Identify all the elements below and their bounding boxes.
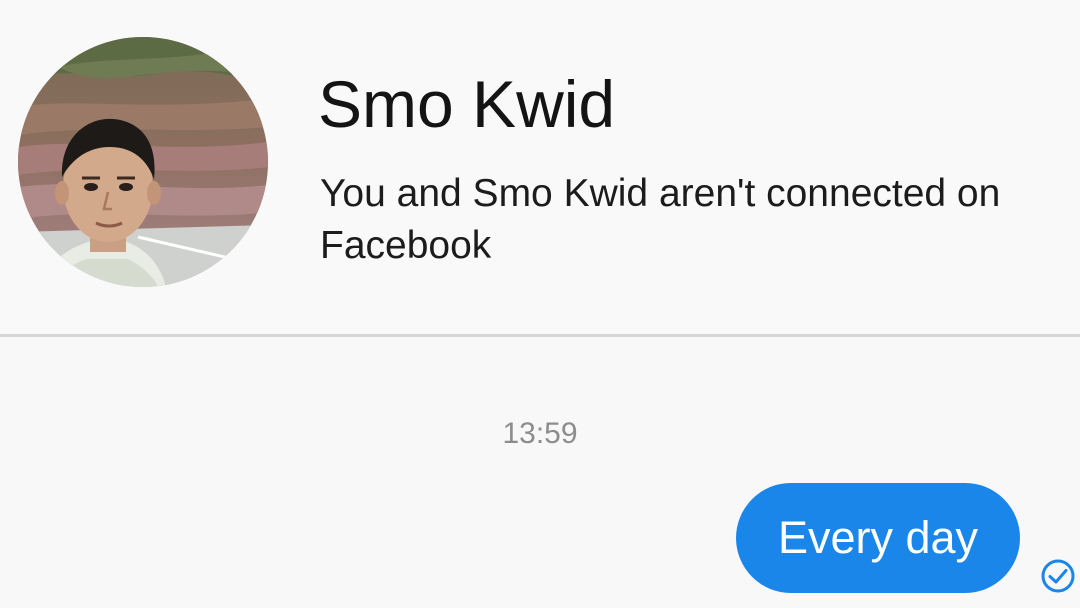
delivered-check-icon	[1041, 559, 1075, 593]
message-timestamp: 13:59	[502, 417, 578, 450]
contact-name[interactable]: Smo Kwid	[318, 66, 615, 142]
messenger-conversation: Smo Kwid You and Smo Kwid aren't connect…	[0, 0, 1080, 608]
conversation-header: Smo Kwid You and Smo Kwid aren't connect…	[0, 0, 1080, 334]
header-divider	[0, 334, 1080, 337]
contact-avatar[interactable]	[18, 37, 268, 287]
connection-status-text: You and Smo Kwid aren't connected on Fac…	[320, 172, 1001, 267]
avatar-photo	[18, 37, 268, 287]
outgoing-message-bubble[interactable]: Every day	[736, 483, 1020, 593]
